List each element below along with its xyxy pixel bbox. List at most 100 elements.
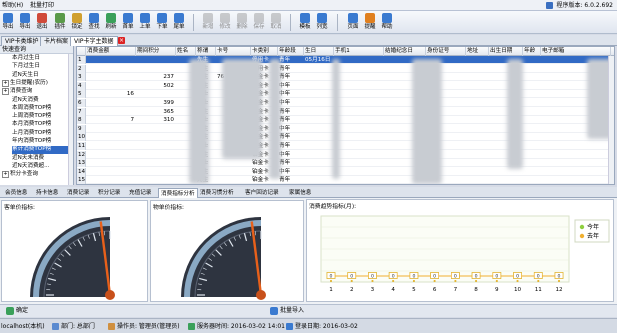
- table-row[interactable]: 87310女士铂金卡青年: [77, 116, 614, 125]
- tree-item[interactable]: 本月过生日: [12, 55, 40, 62]
- column-header[interactable]: 期间积分: [136, 47, 176, 56]
- toolbar-button-20[interactable]: 帮助: [379, 12, 395, 33]
- column-header[interactable]: 地址: [466, 47, 489, 56]
- batch-import-button[interactable]: 批量导入: [270, 306, 304, 316]
- table-row[interactable]: 13女士铂金卡青年: [77, 159, 614, 168]
- tree-item[interactable]: 近N天消费: [12, 97, 39, 104]
- search-icon: [89, 13, 99, 23]
- column-header[interactable]: [77, 47, 86, 56]
- tab-card-archive[interactable]: 卡片档案: [40, 36, 73, 46]
- column-header[interactable]: 卡类别: [251, 47, 278, 56]
- tab-vip-master-data[interactable]: VIP卡字主数据: [70, 36, 118, 46]
- detail-tab[interactable]: 持卡信息: [34, 188, 60, 198]
- column-header[interactable]: 结婚纪念日: [384, 47, 426, 56]
- detail-tab[interactable]: 客户回访记录: [243, 188, 281, 198]
- detail-tab[interactable]: 消费习惯分析: [198, 188, 236, 198]
- detail-tab[interactable]: 会员信息: [3, 188, 29, 198]
- column-header[interactable]: 出生日期: [489, 47, 523, 56]
- tree-item[interactable]: 上月消费TOP榜: [12, 130, 51, 137]
- toolbar-button-17[interactable]: 列宽: [314, 12, 330, 33]
- table-cell: 2: [77, 64, 86, 73]
- table-row[interactable]: 4502先生铂金卡中年: [77, 81, 614, 90]
- tab-vip-card-class[interactable]: VIP卡类维护: [1, 36, 43, 46]
- tree-item[interactable]: 本周消费TOP榜: [12, 105, 51, 112]
- table-cell: 青年: [279, 177, 291, 184]
- menu-batch-print[interactable]: 批量打印: [30, 1, 54, 10]
- detail-tab[interactable]: 消费记录: [65, 188, 91, 198]
- toolbar-button-16[interactable]: 模板: [297, 12, 313, 33]
- table-row[interactable]: 10先生铂金卡青年: [77, 133, 614, 142]
- tree-item[interactable]: 近N天消费超...: [12, 163, 50, 170]
- table-row[interactable]: 14先生铂金卡中年: [77, 167, 614, 176]
- toolbar-button-5[interactable]: 查找: [86, 12, 102, 33]
- toolbar-button-6[interactable]: 刷新: [103, 12, 119, 33]
- toolbar-button-1[interactable]: 导出: [17, 12, 33, 33]
- toolbar-button-3[interactable]: 插件: [52, 12, 68, 33]
- column-header[interactable]: 称谓: [196, 47, 216, 56]
- column-header[interactable]: 电子邮箱: [541, 47, 611, 56]
- toolbar-button-2[interactable]: 退出: [34, 12, 50, 33]
- column-header[interactable]: 手机1: [334, 47, 384, 56]
- detail-tab[interactable]: 消费指标分析: [158, 188, 198, 198]
- column-header[interactable]: 生日: [304, 47, 334, 56]
- grid-scrollbar[interactable]: [608, 56, 614, 184]
- close-tab-icon[interactable]: ×: [118, 37, 125, 44]
- confirm-button[interactable]: 确定: [6, 306, 28, 316]
- tree-item[interactable]: 近N天未消费: [12, 155, 44, 162]
- table-row[interactable]: 7365先生铂金卡青年: [77, 107, 614, 116]
- gauge-title: 物单价指标:: [153, 205, 184, 211]
- tree-item[interactable]: 累计消费TOP榜: [12, 146, 68, 154]
- column-header[interactable]: 卡号: [216, 47, 251, 56]
- consumption-trend-chart: 消费趋势指标(月): 12345678910111200000000000000…: [306, 199, 614, 302]
- prev-icon: [140, 13, 150, 23]
- table-row[interactable]: 11女士铂金卡青年: [77, 142, 614, 150]
- column-header[interactable]: 年龄段: [278, 47, 304, 56]
- tree-scrollbar[interactable]: [68, 54, 73, 185]
- toolbar-button-13[interactable]: 删除: [234, 12, 250, 33]
- table-row[interactable]: 15先生铂金卡青年: [77, 176, 614, 184]
- column-header[interactable]: 身份证号: [426, 47, 466, 56]
- toolbar-button-8[interactable]: 上单: [137, 12, 153, 33]
- chart-canvas: 123456789101112000000000000000000000000今…: [320, 215, 610, 293]
- table-row[interactable]: 1先生停用卡青年05月16日: [77, 56, 614, 64]
- toolbar-button-9[interactable]: 下单: [154, 12, 170, 33]
- data-point: [475, 280, 478, 282]
- toolbar-button-14[interactable]: 保存: [251, 12, 267, 33]
- table-cell: [86, 82, 136, 90]
- table-row[interactable]: 516女士铂金卡中年: [77, 90, 614, 99]
- toolbar-button-15[interactable]: 取消: [268, 12, 284, 33]
- column-header[interactable]: 消费金额: [86, 47, 136, 56]
- tree-item[interactable]: 年内消费TOP榜: [12, 138, 51, 145]
- column-header[interactable]: 年龄: [523, 47, 541, 56]
- table-row[interactable]: 2先生停用卡青年: [77, 64, 614, 73]
- tree-item[interactable]: 上周消费TOP榜: [12, 113, 51, 120]
- toolbar-button-7[interactable]: 首单: [120, 12, 136, 33]
- tree-item[interactable]: 下月过生日: [12, 63, 40, 70]
- table-row[interactable]: 3237先生76铂金卡青年: [77, 73, 614, 82]
- toolbar-button-12[interactable]: 修改: [217, 12, 233, 33]
- detail-tab[interactable]: 家属信息: [287, 188, 313, 198]
- toolbar-button-0[interactable]: 导出: [0, 12, 16, 33]
- column-header[interactable]: 姓名: [176, 47, 196, 56]
- tree-item[interactable]: 消费查询: [2, 88, 32, 95]
- toolbar-button-4[interactable]: 锁定: [69, 12, 85, 33]
- data-point: [412, 280, 415, 282]
- tree-item[interactable]: 本月消费TOP榜: [12, 121, 51, 128]
- table-row[interactable]: 6399女士铂金卡中年: [77, 99, 614, 107]
- toolbar-button-18[interactable]: 页面: [345, 12, 361, 33]
- table-row[interactable]: 12先生铂金卡中年: [77, 150, 614, 159]
- table-cell: 青年: [279, 134, 291, 141]
- tree-item[interactable]: 近N天生日: [12, 72, 39, 79]
- detail-tab[interactable]: 充值记录: [127, 188, 153, 198]
- table-row[interactable]: 9先生铂金卡中年: [77, 124, 614, 133]
- detail-tab[interactable]: 积分记录: [96, 188, 122, 198]
- import-label: 批量导入: [280, 307, 305, 314]
- template-icon: [300, 13, 310, 23]
- toolbar-button-11[interactable]: 新增: [200, 12, 216, 33]
- table-cell: 13: [77, 159, 86, 168]
- tree-item[interactable]: 积分卡查询: [2, 171, 38, 178]
- toolbar-button-19[interactable]: 提醒: [362, 12, 378, 33]
- menu-help[interactable]: 帮助(H): [2, 1, 23, 10]
- tree-item[interactable]: 生日提醒(农历): [2, 80, 48, 87]
- toolbar-button-10[interactable]: 尾单: [171, 12, 187, 33]
